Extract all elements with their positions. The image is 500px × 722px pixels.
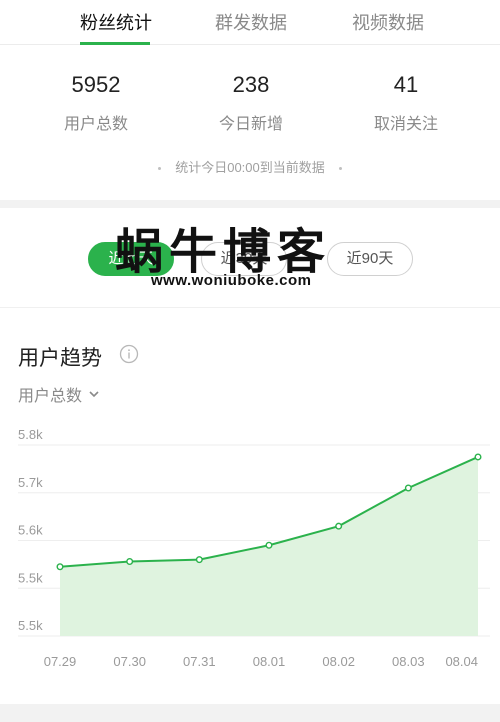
tab-bar: 粉丝统计 群发数据 视频数据: [0, 0, 500, 45]
y-tick-label: 5.7k: [18, 475, 43, 490]
range-selector: 近七天 近30天 近90天: [0, 208, 500, 308]
data-point[interactable]: [404, 484, 412, 492]
data-point[interactable]: [126, 558, 134, 566]
tab-broadcast-data[interactable]: 群发数据: [215, 9, 287, 35]
range-90-days-button[interactable]: 近90天: [327, 242, 413, 276]
range-30-days-button[interactable]: 近30天: [201, 242, 287, 276]
stats-note-text: 统计今日00:00到当前数据: [175, 160, 325, 175]
range-7-days-button[interactable]: 近七天: [88, 242, 174, 276]
x-tick-label: 08.04: [445, 654, 478, 669]
user-trend-chart: 5.8k 5.7k 5.6k 5.5k 5.5k 07.29 07.30 07.31 08.0…: [18, 427, 490, 669]
note-dot-left: [158, 167, 162, 171]
bottom-divider: [0, 704, 500, 722]
stats-note: 统计今日00:00到当前数据: [0, 157, 500, 176]
data-point[interactable]: [474, 453, 482, 461]
unfollow-label: 取消关注: [373, 116, 438, 133]
y-tick-label: 5.8k: [18, 427, 43, 442]
note-dot-right: [338, 167, 342, 171]
x-tick-label: 07.29: [44, 654, 77, 669]
new-today-value: 238: [232, 72, 270, 97]
tab-video-data[interactable]: 视频数据: [352, 9, 424, 35]
section-divider: [0, 200, 500, 208]
y-tick-label: 5.5k: [18, 570, 43, 585]
x-tick-label: 08.03: [392, 654, 425, 669]
trend-title: 用户趋势: [18, 347, 102, 370]
x-tick-label: 08.02: [322, 654, 355, 669]
new-today-label: 今日新增: [218, 116, 283, 133]
x-tick-label: 07.31: [183, 654, 216, 669]
data-point[interactable]: [335, 522, 343, 530]
metric-select-label: 用户总数: [18, 388, 83, 405]
tab-fan-stats[interactable]: 粉丝统计: [80, 9, 152, 35]
data-point[interactable]: [195, 556, 203, 564]
y-tick-label: 5.5k: [18, 618, 43, 633]
info-circle-icon[interactable]: [119, 344, 139, 364]
total-users-label: 用户总数: [63, 116, 128, 133]
data-point[interactable]: [265, 541, 273, 549]
stats-panel: 5952 用户总数 238 今日新增 41 取消关注 统计今日00:00到当前数…: [0, 45, 500, 200]
x-tick-label: 07.30: [113, 654, 146, 669]
total-users-value: 5952: [71, 72, 121, 97]
y-tick-label: 5.6k: [18, 523, 43, 538]
data-point[interactable]: [56, 563, 64, 571]
chevron-down-icon: [89, 391, 99, 398]
unfollow-value: 41: [393, 72, 419, 97]
x-tick-label: 08.01: [253, 654, 286, 669]
metric-select[interactable]: 用户总数: [18, 382, 100, 406]
